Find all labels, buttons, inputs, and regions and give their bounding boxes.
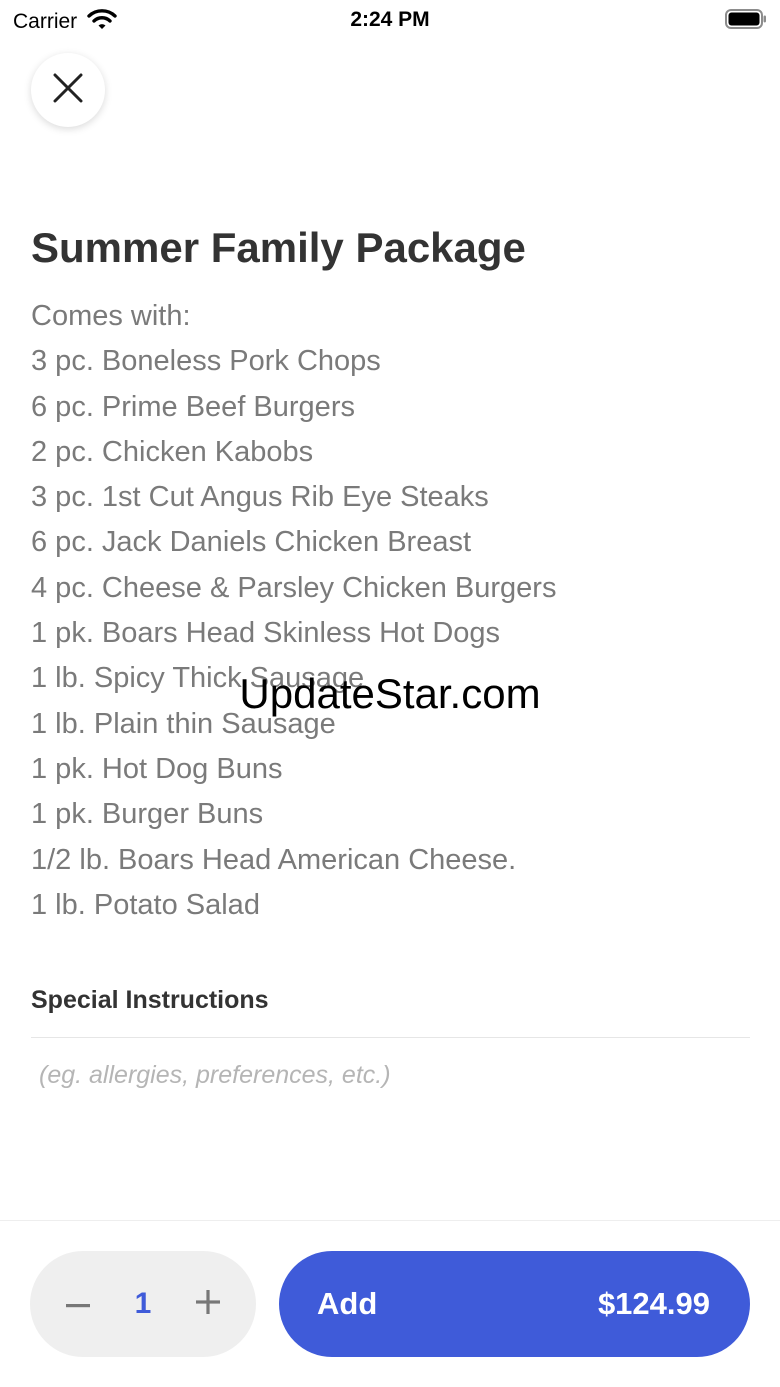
add-button-price: $124.99	[597, 1286, 710, 1321]
description-line: 1 pk. Hot Dog Buns	[31, 752, 283, 785]
increase-quantity-button[interactable]	[173, 1251, 243, 1357]
add-to-cart-button[interactable]: Add $124.99	[279, 1251, 750, 1357]
battery-icon	[725, 9, 767, 29]
quantity-stepper: 1	[30, 1251, 256, 1357]
quantity-value: 1	[134, 1287, 152, 1320]
watermark: UpdateStar.com	[239, 670, 541, 717]
close-icon	[53, 73, 83, 108]
description-line: 4 pc. Cheese & Parsley Chicken Burgers	[31, 571, 557, 604]
description-line: 1/2 lb. Boars Head American Cheese.	[31, 843, 517, 876]
description-line: Comes with:	[31, 300, 191, 332]
plus-icon	[196, 1289, 220, 1319]
product-detail-screen: Carrier 2:24 PM Summer Family Package Co…	[0, 0, 780, 1387]
status-bar: Carrier 2:24 PM	[0, 0, 780, 40]
description-line: 6 pc. Prime Beef Burgers	[31, 390, 355, 423]
description-line: 3 pc. 1st Cut Angus Rib Eye Steaks	[31, 481, 489, 514]
special-instructions-label: Special Instructions	[31, 986, 269, 1014]
description-line: 3 pc. Boneless Pork Chops	[31, 345, 381, 378]
description-line: 1 pk. Burger Buns	[31, 798, 264, 831]
add-button-label: Add	[317, 1286, 378, 1321]
description-line: 1 lb. Potato Salad	[31, 888, 260, 921]
description-line: 1 pk. Boars Head Skinless Hot Dogs	[31, 617, 501, 650]
decrease-quantity-button[interactable]	[43, 1251, 113, 1357]
special-instructions-input[interactable]	[31, 1050, 750, 1100]
close-button[interactable]	[31, 53, 105, 127]
product-description: Comes with: 3 pc. Boneless Pork Chops 6 …	[31, 294, 751, 928]
product-title: Summer Family Package	[31, 224, 526, 271]
minus-icon	[66, 1295, 90, 1313]
status-time: 2:24 PM	[350, 8, 430, 31]
description-line: 6 pc. Jack Daniels Chicken Breast	[31, 526, 472, 559]
description-line: 2 pc. Chicken Kabobs	[31, 435, 314, 468]
footer-divider	[0, 1220, 780, 1221]
divider	[31, 1037, 750, 1038]
